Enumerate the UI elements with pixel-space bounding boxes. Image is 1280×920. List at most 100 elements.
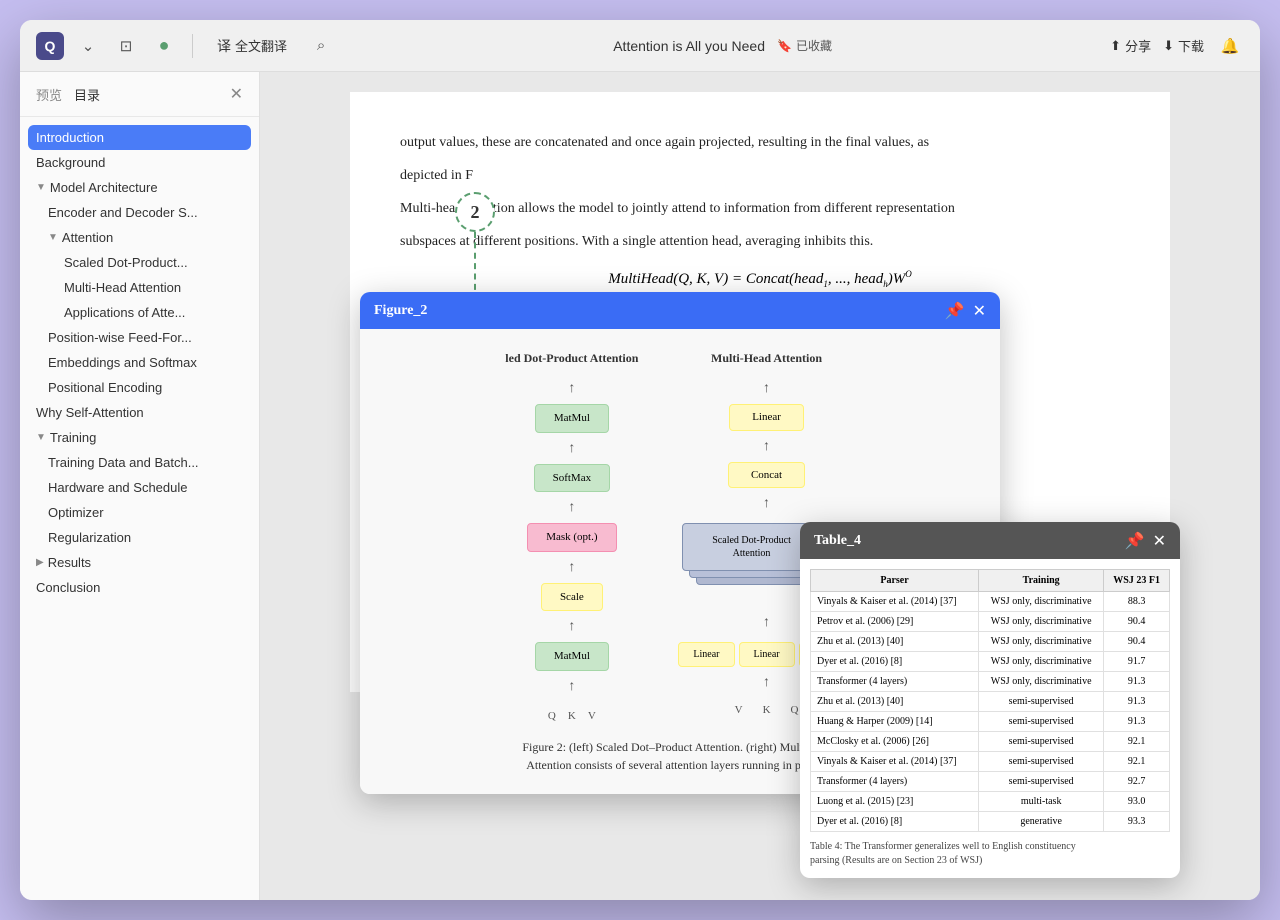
sdp-scale-box: Scale [541, 583, 603, 612]
share-label: 分享 [1125, 36, 1151, 55]
table-row: Petrov et al. (2006) [29]WSJ only, discr… [811, 612, 1170, 632]
table-cell-wsj: 91.3 [1104, 672, 1170, 692]
main-area: 预览 目录 ✕ Introduction Background ▼ Model … [20, 72, 1260, 900]
sidebar-item-encoder-decoder[interactable]: Encoder and Decoder S... [20, 200, 259, 225]
table-cell-training: WSJ only, discriminative [979, 612, 1104, 632]
table-cell-wsj: 92.1 [1104, 752, 1170, 772]
expand-icon-3: ▼ [36, 432, 46, 443]
arrow-up-5: ↑ [568, 616, 575, 637]
positionwise-label: Position-wise Feed-For... [48, 330, 192, 345]
download-label: 下载 [1178, 36, 1204, 55]
figure-popup-close-button[interactable]: ✕ [973, 301, 986, 321]
divider [192, 34, 193, 58]
table-popup-pin-button[interactable]: 📌 [1125, 531, 1145, 551]
arrow-up-2: ↑ [568, 438, 575, 459]
doc-title: Attention is All you Need [613, 38, 765, 54]
sidebar-item-optimizer[interactable]: Optimizer [20, 500, 259, 525]
translate-icon: 译 [217, 36, 231, 56]
sidebar-item-applications[interactable]: Applications of Atte... [20, 300, 259, 325]
sidebar-item-positionwise[interactable]: Position-wise Feed-For... [20, 325, 259, 350]
sdp-diagram-container: led Dot-Product Attention ↑ MatMul ↑ Sof… [505, 349, 638, 724]
background-label: Background [36, 155, 105, 170]
table-popup-body: Parser Training WSJ 23 F1 Vinyals & Kais… [800, 559, 1180, 878]
bell-icon[interactable]: 🔔 [1216, 32, 1244, 60]
table-cell-training: WSJ only, discriminative [979, 652, 1104, 672]
table-cell-wsj: 92.1 [1104, 732, 1170, 752]
sidebar-item-hardware[interactable]: Hardware and Schedule [20, 475, 259, 500]
sidebar-item-background[interactable]: Background [20, 150, 259, 175]
table-popup-close-button[interactable]: ✕ [1153, 531, 1166, 551]
chevron-down-icon[interactable]: ⌄ [74, 32, 102, 60]
translate-button[interactable]: 译 全文翻译 [207, 32, 297, 60]
sidebar-item-training-data[interactable]: Training Data and Batch... [20, 450, 259, 475]
app-logo[interactable]: Q [36, 32, 64, 60]
sidebar-item-training[interactable]: ▼ Training [20, 425, 259, 450]
sidebar-close-button[interactable]: ✕ [230, 84, 243, 104]
share-button[interactable]: ⬆ 分享 [1110, 36, 1151, 55]
arrow-up-1: ↑ [568, 378, 575, 399]
mha-title: Multi-Head Attention [711, 349, 822, 367]
tab-toc[interactable]: 目录 [74, 85, 100, 104]
table-cell-parser: McClosky et al. (2006) [26] [811, 732, 979, 752]
download-button[interactable]: ⬇ 下载 [1163, 36, 1204, 55]
sidebar-item-attention[interactable]: ▼ Attention [20, 225, 259, 250]
avatar-icon[interactable]: ● [150, 32, 178, 60]
sidebar-item-scaled-dot[interactable]: Scaled Dot-Product... [20, 250, 259, 275]
mha-arrow-5: ↑ [763, 672, 770, 693]
table-cell-training: semi-supervised [979, 732, 1104, 752]
mha-concat-box: Concat [728, 462, 805, 489]
table-cell-parser: Dyer et al. (2016) [8] [811, 812, 979, 832]
search-icon[interactable]: ⌕ [307, 32, 335, 60]
col-wsj: WSJ 23 F1 [1104, 570, 1170, 592]
table-cell-wsj: 91.7 [1104, 652, 1170, 672]
table-cell-parser: Vinyals & Kaiser et al. (2014) [37] [811, 592, 979, 612]
table-cell-parser: Huang & Harper (2009) [14] [811, 712, 979, 732]
sidebar-item-embeddings[interactable]: Embeddings and Softmax [20, 350, 259, 375]
bookmark-label: 已收藏 [796, 37, 832, 54]
sdp-labels: Q K V [548, 708, 596, 725]
sidebar-item-results[interactable]: ▶ Results [20, 550, 259, 575]
table-popup-header: Table_4 📌 ✕ [800, 522, 1180, 559]
figure-popup-pin-button[interactable]: 📌 [945, 301, 965, 321]
sdp-mask-box: Mask (opt.) [527, 523, 616, 552]
table-row: Transformer (4 layers)semi-supervised92.… [811, 772, 1170, 792]
window-icon[interactable]: ⊡ [112, 32, 140, 60]
sidebar-item-conclusion[interactable]: Conclusion [20, 575, 259, 600]
toolbar: Q ⌄ ⊡ ● 译 全文翻译 ⌕ Attention is All you Ne… [20, 20, 1260, 72]
table-cell-training: WSJ only, discriminative [979, 592, 1104, 612]
mha-k-label: K [763, 702, 771, 719]
mha-arrow-3: ↑ [763, 493, 770, 514]
sidebar-item-positional[interactable]: Positional Encoding [20, 375, 259, 400]
arrow-up-3: ↑ [568, 497, 575, 518]
bookmark-button[interactable]: 🔖 已收藏 [777, 37, 832, 54]
table-cell-training: semi-supervised [979, 772, 1104, 792]
table-row: Zhu et al. (2013) [40]semi-supervised91.… [811, 692, 1170, 712]
table-row: Dyer et al. (2016) [8]generative93.3 [811, 812, 1170, 832]
sidebar-item-multi-head[interactable]: Multi-Head Attention [20, 275, 259, 300]
app-window: Q ⌄ ⊡ ● 译 全文翻译 ⌕ Attention is All you Ne… [20, 20, 1260, 900]
table-cell-parser: Transformer (4 layers) [811, 772, 979, 792]
scaled-dot-label: Scaled Dot-Product... [64, 255, 188, 270]
table-cell-parser: Luong et al. (2015) [23] [811, 792, 979, 812]
sidebar-item-introduction[interactable]: Introduction [28, 125, 251, 150]
table-cell-training: semi-supervised [979, 692, 1104, 712]
formula-line-1: MultiHead(Q, K, V) = Concat(head1, ..., … [400, 268, 1120, 292]
embeddings-label: Embeddings and Softmax [48, 355, 197, 370]
conclusion-label: Conclusion [36, 580, 100, 595]
sidebar-item-why-self[interactable]: Why Self-Attention [20, 400, 259, 425]
sidebar-item-model-architecture[interactable]: ▼ Model Architecture [20, 175, 259, 200]
tab-preview[interactable]: 预览 [36, 85, 62, 104]
sdp-softmax-box: SoftMax [534, 464, 611, 493]
figure-popup-header: Figure_2 📌 ✕ [360, 292, 1000, 329]
table-row: Dyer et al. (2016) [8]WSJ only, discrimi… [811, 652, 1170, 672]
table-cell-training: multi-task [979, 792, 1104, 812]
table-row: Transformer (4 layers)WSJ only, discrimi… [811, 672, 1170, 692]
sidebar: 预览 目录 ✕ Introduction Background ▼ Model … [20, 72, 260, 900]
positional-label: Positional Encoding [48, 380, 162, 395]
sidebar-item-regularization[interactable]: Regularization [20, 525, 259, 550]
encoder-decoder-label: Encoder and Decoder S... [48, 205, 198, 220]
arrow-up-4: ↑ [568, 557, 575, 578]
table-cell-wsj: 91.3 [1104, 712, 1170, 732]
translate-label: 全文翻译 [235, 36, 287, 55]
multi-head-label: Multi-Head Attention [64, 280, 181, 295]
